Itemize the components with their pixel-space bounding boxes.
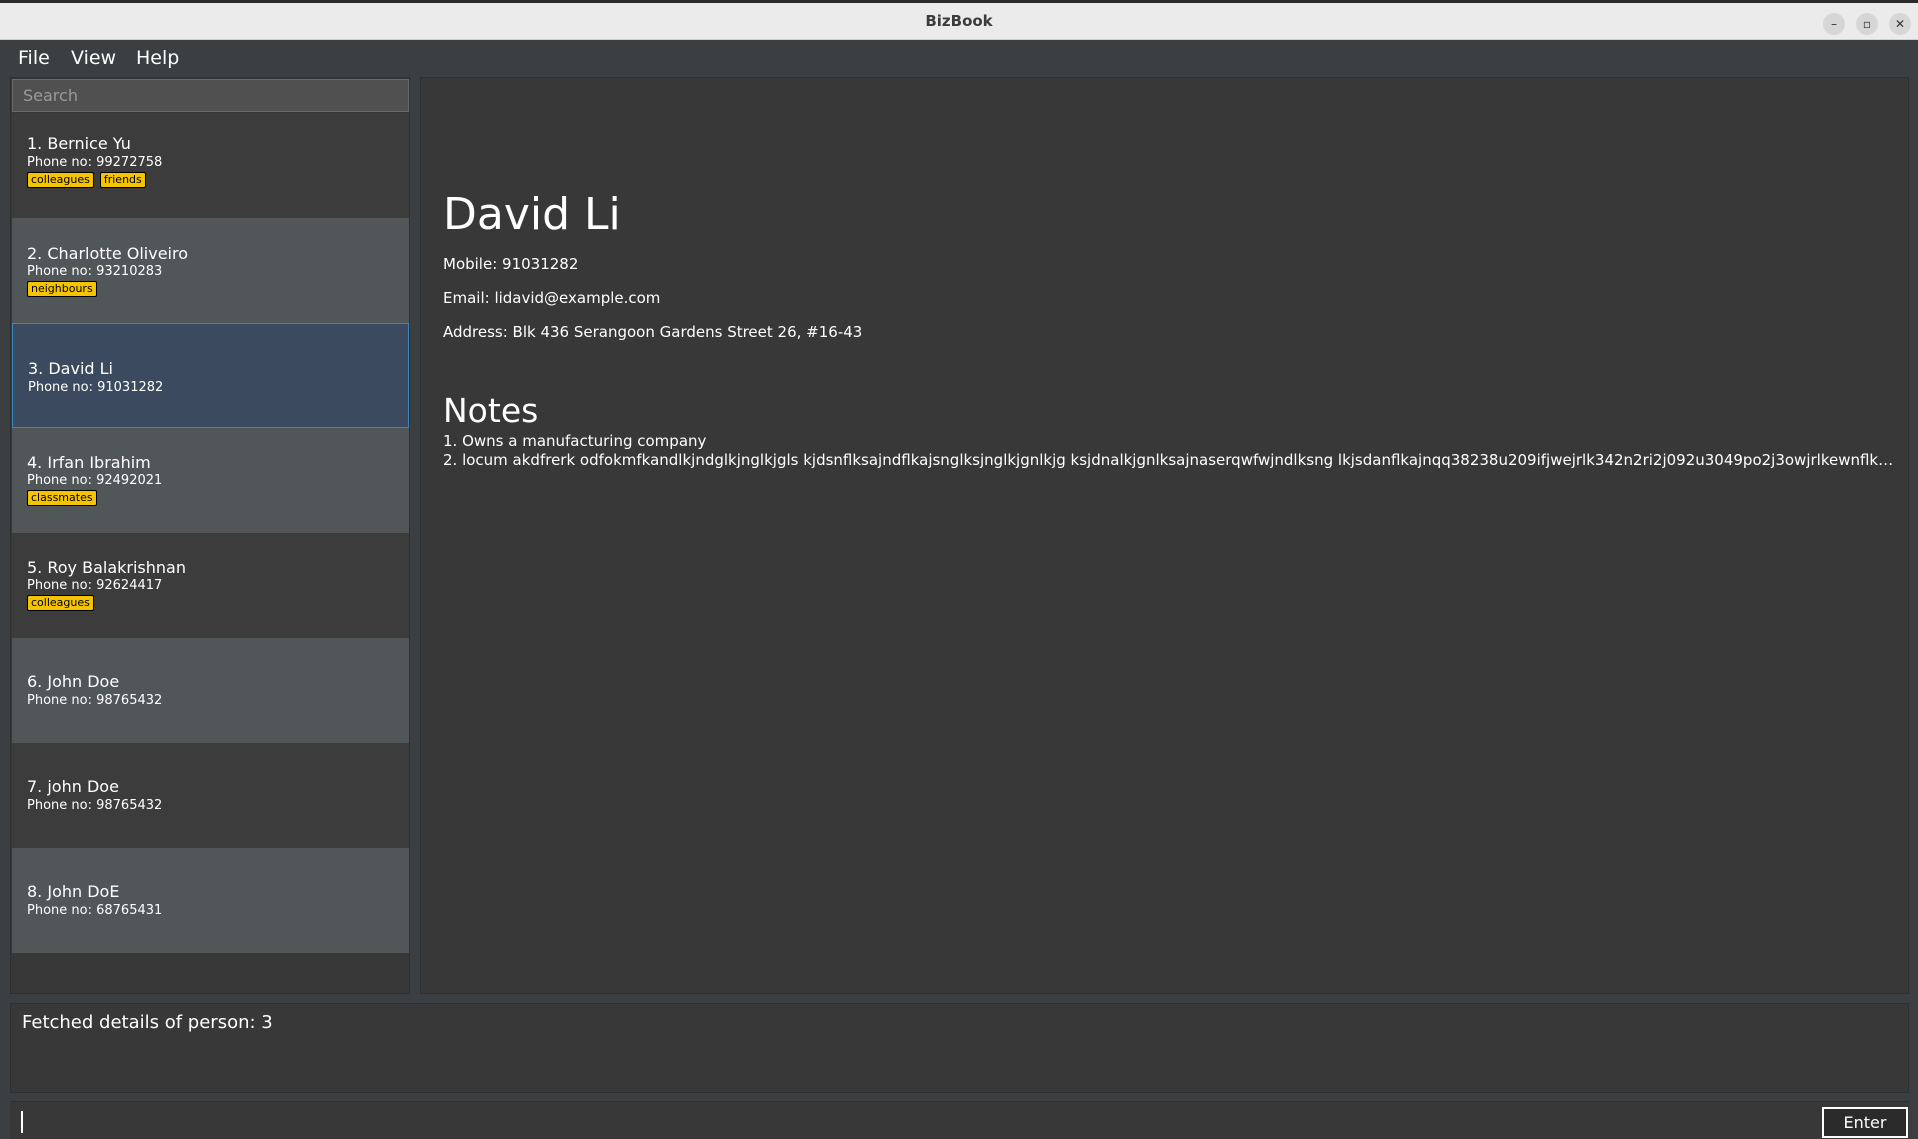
- person-name: 6. John Doe: [27, 672, 120, 691]
- person-card-4[interactable]: 4. Irfan Ibrahim Phone no: 92492021 clas…: [12, 428, 409, 533]
- tag-list: neighbours: [27, 281, 97, 297]
- tag: classmates: [27, 490, 97, 506]
- menu-view[interactable]: View: [71, 47, 116, 69]
- search-input[interactable]: Search: [12, 79, 409, 112]
- tag-list: colleagues friends: [27, 172, 146, 188]
- person-card-8[interactable]: 8. John DoE Phone no: 68765431: [12, 848, 409, 953]
- result-display: Fetched details of person: 3: [10, 1003, 1909, 1093]
- note-item: 2. locum akdfrerk odfokmfkandlkjndglkjng…: [443, 451, 1898, 469]
- command-box[interactable]: Enter: [10, 1101, 1909, 1139]
- tag-list: colleagues: [27, 595, 94, 611]
- person-phone: Phone no: 91031282: [28, 380, 164, 395]
- person-name: 3. David Li: [28, 359, 113, 378]
- person-phone: Phone no: 98765432: [27, 798, 163, 813]
- menu-bar: File View Help: [0, 40, 1918, 76]
- detail-address: Address: Blk 436 Serangoon Gardens Stree…: [443, 323, 863, 341]
- person-phone: Phone no: 92624417: [27, 578, 163, 593]
- window-title: BizBook: [925, 12, 993, 30]
- person-name: 8. John DoE: [27, 882, 120, 901]
- person-phone: Phone no: 93210283: [27, 264, 163, 279]
- detail-email: Email: lidavid@example.com: [443, 289, 661, 307]
- tag-list: classmates: [27, 490, 97, 506]
- detail-mobile: Mobile: 91031282: [443, 255, 579, 273]
- text-cursor: [21, 1111, 23, 1133]
- person-phone: Phone no: 68765431: [27, 903, 163, 918]
- tag: neighbours: [27, 281, 97, 297]
- person-card-5[interactable]: 5. Roy Balakrishnan Phone no: 92624417 c…: [12, 533, 409, 638]
- tag: colleagues: [27, 172, 94, 188]
- note-item: 1. Owns a manufacturing company: [443, 432, 707, 450]
- menu-help[interactable]: Help: [136, 47, 179, 69]
- person-card-6[interactable]: 6. John Doe Phone no: 98765432: [12, 638, 409, 743]
- person-card-3[interactable]: 3. David Li Phone no: 91031282: [12, 323, 409, 428]
- notes-heading: Notes: [443, 391, 539, 430]
- person-name: 1. Bernice Yu: [27, 134, 131, 153]
- person-card-7[interactable]: 7. john Doe Phone no: 98765432: [12, 743, 409, 848]
- menu-file[interactable]: File: [18, 47, 50, 69]
- person-phone: Phone no: 98765432: [27, 693, 163, 708]
- person-card-1[interactable]: 1. Bernice Yu Phone no: 99272758 colleag…: [12, 113, 409, 218]
- tag: colleagues: [27, 595, 94, 611]
- tag: friends: [99, 172, 146, 188]
- title-bar: BizBook – ▫ ✕: [0, 0, 1918, 40]
- detail-name: David Li: [443, 189, 621, 240]
- maximize-icon[interactable]: ▫: [1856, 13, 1878, 35]
- person-phone: Phone no: 92492021: [27, 473, 163, 488]
- person-card-2[interactable]: 2. Charlotte Oliveiro Phone no: 93210283…: [12, 218, 409, 323]
- person-name: 4. Irfan Ibrahim: [27, 453, 151, 472]
- person-name: 5. Roy Balakrishnan: [27, 558, 186, 577]
- person-name: 7. john Doe: [27, 777, 119, 796]
- person-list-panel: Search 1. Bernice Yu Phone no: 99272758 …: [10, 77, 410, 994]
- enter-button[interactable]: Enter: [1822, 1107, 1908, 1138]
- person-detail-panel: David Li Mobile: 91031282 Email: lidavid…: [420, 77, 1909, 994]
- minimize-icon[interactable]: –: [1823, 13, 1845, 35]
- person-phone: Phone no: 99272758: [27, 155, 163, 170]
- result-message: Fetched details of person: 3: [22, 1012, 273, 1033]
- close-icon[interactable]: ✕: [1889, 13, 1911, 35]
- person-name: 2. Charlotte Oliveiro: [27, 244, 189, 263]
